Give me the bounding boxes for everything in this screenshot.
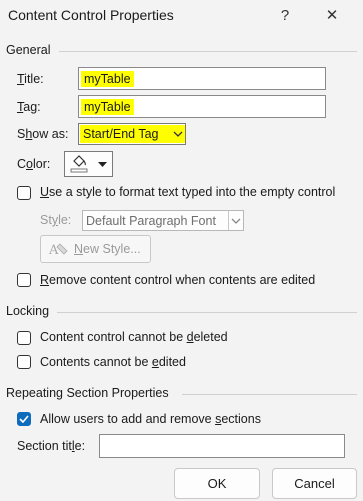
tag-field-value: myTable (81, 98, 134, 115)
tag-field[interactable]: myTable (78, 95, 326, 118)
close-icon: ✕ (325, 7, 339, 24)
repeating-divider (182, 394, 357, 395)
title-field-value: myTable (81, 70, 134, 87)
section-title-label: Section title: (17, 439, 86, 453)
use-style-label: Use a style to format text typed into th… (40, 185, 336, 199)
cannot-edit-label: Contents cannot be edited (40, 355, 186, 369)
title-label: Title: (17, 72, 44, 86)
ok-button[interactable]: OK (174, 468, 260, 499)
new-style-label: New Style... (74, 242, 141, 256)
remove-when-edited-label: Remove content control when contents are… (40, 273, 316, 287)
locking-group-header: Locking (6, 304, 50, 318)
cancel-button-label: Cancel (294, 476, 335, 491)
new-style-button[interactable]: A New Style... (40, 235, 151, 263)
window-title: Content Control Properties (8, 7, 174, 23)
title-field[interactable]: myTable (78, 67, 326, 90)
remove-when-edited-checkbox[interactable] (17, 273, 31, 287)
cancel-button[interactable]: Cancel (272, 468, 357, 499)
style-select-value: Default Paragraph Font (86, 213, 216, 228)
color-picker-button[interactable] (64, 151, 113, 177)
show-as-select[interactable]: Start/End Tag (78, 123, 186, 145)
locking-divider (57, 312, 357, 313)
show-as-value: Start/End Tag (80, 125, 171, 143)
general-divider (59, 51, 357, 52)
new-style-icon: A (47, 240, 71, 258)
svg-text:A: A (48, 243, 59, 258)
help-button[interactable]: ? (267, 0, 303, 30)
repeating-group-header: Repeating Section Properties (6, 386, 169, 400)
allow-add-remove-label: Allow users to add and remove sections (40, 412, 261, 426)
cannot-delete-checkbox[interactable] (17, 331, 31, 345)
chevron-down-icon (171, 125, 185, 143)
help-icon: ? (280, 6, 290, 24)
cannot-delete-label: Content control cannot be deleted (40, 330, 228, 344)
style-select[interactable]: Default Paragraph Font (82, 210, 244, 231)
show-as-label: Show as: (17, 127, 69, 141)
close-button[interactable]: ✕ (314, 0, 350, 30)
cannot-edit-checkbox[interactable] (17, 355, 31, 369)
checkmark-icon (19, 415, 29, 423)
section-title-field[interactable] (99, 434, 345, 458)
chevron-down-icon (98, 157, 107, 171)
chevron-down-icon (228, 211, 243, 230)
general-group-header: General (6, 43, 51, 57)
color-label: Color: (17, 157, 51, 171)
allow-add-remove-checkbox[interactable] (17, 412, 31, 426)
ok-button-label: OK (207, 476, 227, 491)
paint-bucket-icon (70, 153, 88, 176)
tag-label: Tag: (17, 100, 41, 114)
use-style-checkbox[interactable] (17, 186, 31, 200)
style-label: Style: (40, 213, 72, 227)
